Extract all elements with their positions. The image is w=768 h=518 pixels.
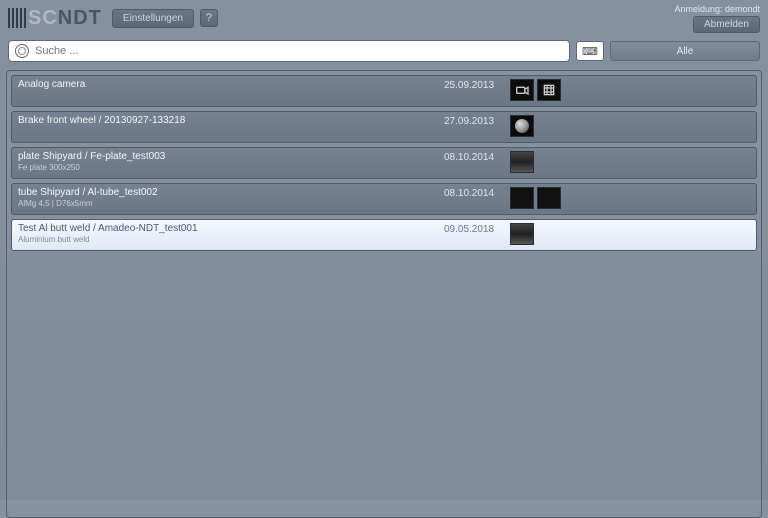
- logout-button[interactable]: Abmelden: [693, 16, 760, 33]
- keyboard-button[interactable]: ⌨: [576, 41, 604, 61]
- row-thumbnails: [510, 115, 534, 137]
- thumbnail-disc-icon: [510, 115, 534, 137]
- settings-button[interactable]: Einstellungen: [112, 9, 194, 28]
- result-row[interactable]: Test Al butt weld / Amadeo-NDT_test001Al…: [11, 219, 757, 251]
- thumbnail-bars-icon: [537, 187, 561, 209]
- result-row[interactable]: plate Shipyard / Fe-plate_test003Fe plat…: [11, 147, 757, 179]
- logo-text: SCNDT: [28, 7, 102, 30]
- thumbnail-camera-icon: [510, 79, 534, 101]
- search-icon: [15, 44, 29, 58]
- row-subtitle: AlMg 4,5 | D76x5mm: [18, 199, 438, 208]
- row-title: Test Al butt weld / Amadeo-NDT_test001: [18, 223, 438, 234]
- row-thumbnails: [510, 79, 561, 101]
- thumbnail-film-icon: [537, 79, 561, 101]
- row-date: 09.05.2018: [444, 223, 504, 235]
- row-thumbnails: [510, 187, 561, 209]
- thumbnail-bars-icon: [510, 187, 534, 209]
- logo-icon: [8, 8, 26, 28]
- row-title: plate Shipyard / Fe-plate_test003: [18, 151, 438, 162]
- results-list: Analog camera 25.09.2013 Brake front wheel…: [11, 75, 757, 251]
- logo: SCNDT: [8, 7, 102, 30]
- search-bar: ⌨ Alle: [0, 36, 768, 66]
- row-thumbnails: [510, 223, 534, 245]
- row-date: 27.09.2013: [444, 115, 504, 127]
- result-row[interactable]: Brake front wheel / 20130927-133218 27.09…: [11, 111, 757, 143]
- result-row[interactable]: tube Shipyard / Al-tube_test002AlMg 4,5 …: [11, 183, 757, 215]
- results-panel: Analog camera 25.09.2013 Brake front wheel…: [6, 70, 762, 518]
- row-thumbnails: [510, 151, 534, 173]
- row-subtitle: Fe plate 300x250: [18, 163, 438, 172]
- filter-all-button[interactable]: Alle: [610, 41, 760, 61]
- result-row[interactable]: Analog camera 25.09.2013: [11, 75, 757, 107]
- logo-ndt: NDT: [58, 7, 102, 29]
- thumbnail-gradient-icon: [510, 223, 534, 245]
- row-date: 08.10.2014: [444, 187, 504, 199]
- row-subtitle: Aluminium butt weld: [18, 235, 438, 244]
- help-button[interactable]: ?: [200, 9, 218, 27]
- row-title: Brake front wheel / 20130927-133218: [18, 115, 438, 126]
- row-title: tube Shipyard / Al-tube_test002: [18, 187, 438, 198]
- row-date: 08.10.2014: [444, 151, 504, 163]
- search-box[interactable]: [8, 40, 570, 62]
- app-header: SCNDT Einstellungen ? Anmeldung: demondt…: [0, 0, 768, 36]
- logo-sc: SC: [28, 7, 58, 29]
- login-label: Anmeldung: demondt: [674, 4, 760, 14]
- row-date: 25.09.2013: [444, 79, 504, 91]
- row-title: Analog camera: [18, 79, 438, 90]
- user-block: Anmeldung: demondt Abmelden: [674, 4, 760, 33]
- thumbnail-gradient-icon: [510, 151, 534, 173]
- search-input[interactable]: [35, 45, 563, 57]
